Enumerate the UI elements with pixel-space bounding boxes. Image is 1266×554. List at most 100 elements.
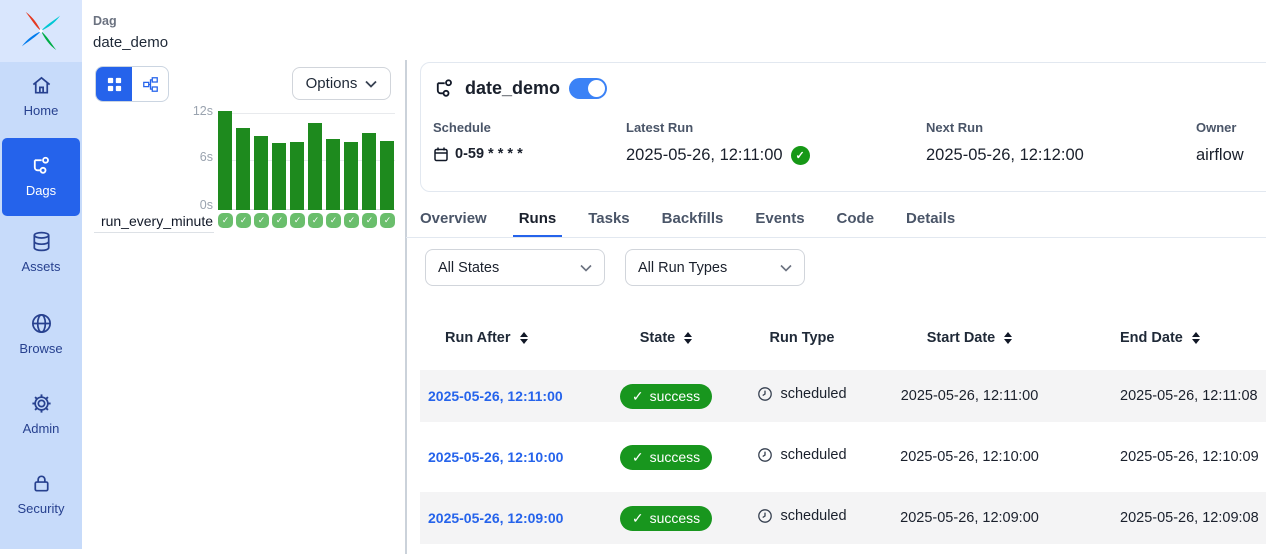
task-instance-badge-row: ✓✓✓✓✓✓✓✓✓✓ xyxy=(218,213,395,228)
task-instance-status-badge[interactable]: ✓ xyxy=(380,213,395,228)
tab-runs[interactable]: Runs xyxy=(513,204,563,238)
start-date-value: 2025-05-26, 12:11:00 xyxy=(877,370,1062,422)
graph-view-button[interactable] xyxy=(132,67,168,101)
sidebar-item-home[interactable]: Home xyxy=(0,74,82,118)
dag-tabs: Overview Runs Tasks Backfills Events Cod… xyxy=(414,204,981,238)
view-toggle-group xyxy=(95,66,169,102)
sidebar-item-dags[interactable]: Dags xyxy=(2,138,80,216)
state-badge[interactable]: ✓ success xyxy=(620,445,712,470)
column-header-end-date[interactable]: End Date xyxy=(1062,314,1266,361)
graph-icon xyxy=(142,76,159,93)
tab-backfills[interactable]: Backfills xyxy=(656,204,730,238)
state-label: success xyxy=(650,388,701,404)
sidebar-item-admin[interactable]: Admin xyxy=(0,392,82,436)
column-label: Run After xyxy=(445,330,511,346)
task-instance-status-badge[interactable]: ✓ xyxy=(326,213,341,228)
duration-bar[interactable] xyxy=(308,123,322,210)
duration-bar[interactable] xyxy=(218,111,232,211)
grid-view-button[interactable] xyxy=(96,67,132,101)
summary-label: Next Run xyxy=(926,120,1196,135)
sidebar-item-browse[interactable]: Browse xyxy=(0,312,82,356)
sidebar-item-label: Browse xyxy=(19,341,62,356)
gear-icon xyxy=(30,392,53,415)
run-after-link[interactable]: 2025-05-26, 12:11:00 xyxy=(428,388,563,404)
task-instance-status-badge[interactable]: ✓ xyxy=(254,213,269,228)
state-label: success xyxy=(650,449,701,465)
summary-next-run: Next Run 2025-05-26, 12:12:00 xyxy=(926,120,1196,165)
tab-overview[interactable]: Overview xyxy=(414,204,493,238)
duration-bar[interactable] xyxy=(290,142,304,210)
tab-tasks[interactable]: Tasks xyxy=(582,204,635,238)
run-after-link[interactable]: 2025-05-26, 12:10:00 xyxy=(428,449,563,465)
start-date-value: 2025-05-26, 12:10:00 xyxy=(877,431,1062,483)
duration-bar[interactable] xyxy=(344,142,358,210)
task-instance-status-badge[interactable]: ✓ xyxy=(308,213,323,228)
check-icon: ✓ xyxy=(632,510,644,527)
options-button[interactable]: Options xyxy=(292,67,391,100)
panel-resize-handle[interactable] xyxy=(405,60,407,554)
options-label: Options xyxy=(306,75,358,92)
state-filter-select[interactable]: All States xyxy=(425,249,605,286)
sort-icon[interactable] xyxy=(520,332,528,344)
task-instance-status-badge[interactable]: ✓ xyxy=(362,213,377,228)
task-instance-status-badge[interactable]: ✓ xyxy=(344,213,359,228)
globe-icon xyxy=(30,312,53,335)
task-name-label[interactable]: run_every_minute xyxy=(60,213,213,229)
sidebar-item-label: Assets xyxy=(21,259,60,274)
table-header-row: Run After State Run Type Start Date End … xyxy=(420,314,1266,361)
airflow-logo[interactable] xyxy=(0,0,82,62)
run-type-filter-select[interactable]: All Run Types xyxy=(625,249,805,286)
next-run-value: 2025-05-26, 12:12:00 xyxy=(926,146,1084,165)
sidebar-item-assets[interactable]: Assets xyxy=(0,230,82,274)
column-header-state[interactable]: State xyxy=(605,314,727,361)
duration-bar[interactable] xyxy=(236,128,250,210)
sort-icon[interactable] xyxy=(684,332,692,344)
clock-icon xyxy=(757,508,773,524)
calendar-icon xyxy=(433,146,449,162)
owner-value: airflow xyxy=(1196,146,1244,165)
check-icon: ✓ xyxy=(632,449,644,466)
task-instance-status-badge[interactable]: ✓ xyxy=(290,213,305,228)
state-badge[interactable]: ✓ success xyxy=(620,506,712,531)
breadcrumb-dag-id: date_demo xyxy=(93,34,168,51)
sort-icon[interactable] xyxy=(1004,332,1012,344)
sidebar: Home Dags Assets Browse xyxy=(0,0,82,549)
tab-events[interactable]: Events xyxy=(749,204,810,238)
success-check-icon: ✓ xyxy=(791,146,810,165)
start-date-value: 2025-05-26, 12:09:00 xyxy=(877,492,1062,544)
chevron-down-icon xyxy=(580,264,592,272)
dag-pause-toggle[interactable] xyxy=(569,78,607,99)
state-badge[interactable]: ✓ success xyxy=(620,384,712,409)
duration-bar[interactable] xyxy=(272,143,286,210)
run-after-link[interactable]: 2025-05-26, 12:09:00 xyxy=(428,510,563,526)
task-instance-status-badge[interactable]: ✓ xyxy=(272,213,287,228)
sort-icon[interactable] xyxy=(1192,332,1200,344)
duration-bar[interactable] xyxy=(362,133,376,211)
sidebar-item-security[interactable]: Security xyxy=(0,472,82,516)
task-instance-status-badge[interactable]: ✓ xyxy=(218,213,233,228)
sidebar-item-label: Security xyxy=(18,501,65,516)
check-icon: ✓ xyxy=(632,388,644,405)
column-header-start-date[interactable]: Start Date xyxy=(877,314,1062,361)
summary-owner: Owner airflow xyxy=(1196,120,1266,165)
state-label: success xyxy=(650,510,701,526)
y-axis-tick: 12s xyxy=(150,104,213,118)
task-instance-status-badge[interactable]: ✓ xyxy=(236,213,251,228)
breadcrumb-section: Dag xyxy=(93,14,117,28)
summary-latest-run: Latest Run 2025-05-26, 12:11:00 ✓ xyxy=(626,120,926,165)
tab-code[interactable]: Code xyxy=(831,204,881,238)
latest-run-value[interactable]: 2025-05-26, 12:11:00 xyxy=(626,146,783,165)
sidebar-item-label: Admin xyxy=(23,421,60,436)
duration-bar[interactable] xyxy=(254,136,268,210)
state-filter-value: All States xyxy=(438,260,499,276)
duration-bar[interactable] xyxy=(380,141,394,210)
column-header-run-type: Run Type xyxy=(727,314,877,361)
run-type-value: scheduled xyxy=(780,386,846,402)
chevron-down-icon xyxy=(780,264,792,272)
sidebar-item-label: Dags xyxy=(26,183,56,198)
run-type-value: scheduled xyxy=(780,447,846,463)
run-type-value: scheduled xyxy=(780,508,846,524)
column-header-run-after[interactable]: Run After xyxy=(420,314,605,361)
tab-details[interactable]: Details xyxy=(900,204,961,238)
duration-bar[interactable] xyxy=(326,139,340,210)
